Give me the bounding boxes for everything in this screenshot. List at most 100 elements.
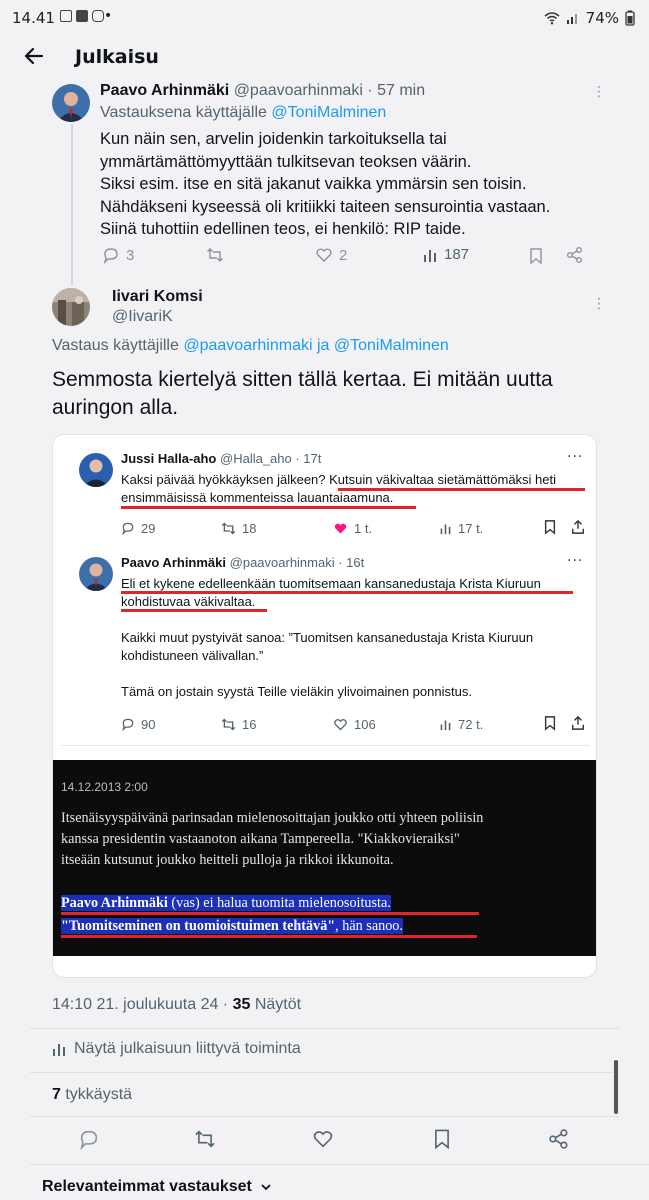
- divider: [30, 1028, 619, 1029]
- retweet-icon: [207, 248, 223, 262]
- signal-icon: [566, 14, 577, 24]
- reply-mentions-link[interactable]: @paavoarhinmaki ja @ToniMalminen: [183, 337, 449, 354]
- heart-icon: [334, 718, 347, 730]
- retweet-icon: [221, 522, 236, 534]
- q1-views-count: 17 t.: [458, 520, 484, 536]
- status-time: 14.41: [12, 9, 55, 27]
- q2-views: 72 t.: [439, 717, 483, 732]
- news-line: kanssa presidentin vastaanoton aikana Ta…: [61, 831, 460, 847]
- tweet1-retweet-button[interactable]: [206, 246, 230, 264]
- news-date: 14.12.2013 2:00: [61, 780, 148, 794]
- reply-icon: [103, 248, 118, 264]
- views-label: Näytöt: [250, 996, 302, 1013]
- q2-author-name: Paavo Arhinmäki: [121, 555, 227, 570]
- q1-text-underlined: Kutsuin väkivaltaa sietämättömäksi heti: [329, 472, 557, 487]
- q2-para2-line1: Kaikki muut pystyivät sanoa: ”Tuomitsen …: [121, 630, 534, 645]
- divider: [30, 1072, 619, 1073]
- q2-handle-time: @paavoarhinmaki · 16t: [229, 555, 365, 570]
- tweet1-handle-time[interactable]: @paavoarhinmaki · 57 min: [234, 82, 425, 99]
- retweet-icon: [221, 718, 236, 730]
- post-activity-label: Näytä julkaisuun liittyvä toiminta: [74, 1040, 301, 1057]
- share-icon: [572, 715, 584, 730]
- avatar-iivari[interactable]: [52, 288, 90, 326]
- page-title: Julkaisu: [75, 46, 159, 68]
- tweet1-like-button[interactable]: 2: [315, 246, 347, 264]
- attached-image[interactable]: Jussi Halla-aho @Halla_aho · 17t ··· Kak…: [52, 434, 597, 978]
- q1-views: 17 t.: [439, 521, 483, 536]
- news-paragraph: Itsenäisyyspäivänä parinsadan mielenosoi…: [61, 808, 596, 871]
- tweet1-reply-count: 3: [126, 246, 135, 264]
- scrollbar[interactable]: [614, 1060, 618, 1114]
- tweet1-views-button[interactable]: 187: [422, 246, 469, 263]
- q2-retweet-count: 16: [242, 716, 257, 732]
- reply-icon: [122, 718, 134, 731]
- tweet1-line: ymmärtämättömyyttään tulkitsevan teoksen…: [100, 152, 472, 171]
- heart-icon: [316, 248, 332, 262]
- timestamp-date: 14:10 21. joulukuuta 24 ·: [52, 996, 233, 1013]
- news-line: Itsenäisyyspäivänä parinsadan mielenosoi…: [61, 810, 484, 826]
- notification-icons: [60, 10, 104, 22]
- tweet2-author-name[interactable]: Iivari Komsi: [112, 288, 203, 306]
- likes-label: tykkäystä: [60, 1086, 133, 1103]
- news-highlight: Paavo Arhinmäki (vas) ei halua tuomita m…: [61, 892, 596, 938]
- red-underline: [61, 912, 479, 915]
- divider: [30, 1116, 619, 1117]
- reply-prefix: Vastauksena käyttäjälle: [100, 104, 267, 121]
- card-separator: [61, 745, 590, 746]
- q1-author-name: Jussi Halla-aho: [121, 451, 217, 466]
- tweet1-line: Siinä tuhottiin edellinen teos, ei henki…: [100, 220, 466, 239]
- post-activity-link[interactable]: Näytä julkaisuun liittyvä toiminta: [52, 1040, 301, 1058]
- tweet1-bookmark-icon[interactable]: [528, 247, 544, 265]
- gallery-notification-icon: [60, 10, 72, 22]
- tweet1-like-count: 2: [339, 246, 348, 264]
- bookmark-icon: [544, 716, 556, 731]
- heart-icon[interactable]: [312, 1128, 334, 1150]
- q2-like: 106: [333, 717, 376, 732]
- bookmark-icon[interactable]: [432, 1128, 452, 1150]
- q2-actions: 90 16 106 72 t.: [53, 715, 596, 733]
- views-count: 35: [232, 996, 251, 1013]
- avatar-halla-aho: [79, 453, 113, 487]
- status-dot: •: [104, 8, 113, 24]
- q2-para3: Tämä on jostain syystä Teille vieläkin y…: [121, 684, 472, 699]
- tweet1-actions: 3 2 187: [0, 246, 649, 268]
- tweet1-share-icon[interactable]: [566, 246, 584, 264]
- tweet2-timestamp: 14:10 21. joulukuuta 24 · 35 Näytöt: [52, 996, 301, 1014]
- tweet1-author-name[interactable]: Paavo Arhinmäki: [100, 82, 229, 99]
- reply-mention-link[interactable]: @ToniMalminen: [271, 104, 386, 121]
- q2-retweet: 16: [221, 717, 256, 732]
- tweet1-line: Siksi esim. itse en sitä jakanut vaikka …: [100, 175, 527, 194]
- q2-reply-count: 90: [141, 716, 156, 732]
- reply-sort-dropdown[interactable]: Relevanteimmat vastaukset: [42, 1178, 272, 1196]
- tweet1-more-icon[interactable]: ⋮: [592, 84, 607, 100]
- tweet1-line: Kun näin sen, arvelin joidenkin tarkoitu…: [100, 130, 447, 148]
- avatar-paavo[interactable]: [52, 84, 90, 122]
- highlight-quote: "Tuomitseminen on tuomioistuimen tehtävä…: [61, 918, 336, 934]
- retweet-icon[interactable]: [194, 1128, 216, 1150]
- q1-like-count: 1 t.: [354, 520, 373, 536]
- share-icon[interactable]: [548, 1128, 570, 1150]
- highlight-text: (vas) ei halua tuomita mielenosoitusta.: [167, 895, 391, 911]
- red-underline: [61, 935, 477, 938]
- q2-para2-line2: kohdistuneen välivallan.”: [121, 648, 264, 663]
- tweet2-reply-context: Vastaus käyttäjille @paavoarhinmaki ja @…: [52, 337, 449, 355]
- youtube-notification-icon: [76, 10, 88, 22]
- news-line: itseään kutsunut joukko heitteli pulloja…: [61, 852, 394, 868]
- back-arrow-icon[interactable]: [22, 44, 46, 68]
- tweet1-reply-button[interactable]: 3: [102, 246, 134, 264]
- reply-icon[interactable]: [78, 1128, 100, 1150]
- tweet2-actions: [0, 1128, 649, 1158]
- tweet2-handle[interactable]: @IivariK: [112, 308, 173, 326]
- reply-sort-label: Relevanteimmat vastaukset: [42, 1178, 252, 1195]
- q2-like-count: 106: [354, 716, 376, 732]
- q2-header: Paavo Arhinmäki @paavoarhinmaki · 16t: [121, 555, 364, 570]
- red-underline: [121, 609, 267, 612]
- battery-level: 74%: [585, 9, 619, 27]
- avatar-paavo-small: [79, 557, 113, 591]
- views-icon: [424, 249, 436, 262]
- q1-handle-time: @Halla_aho · 17t: [220, 451, 322, 466]
- likes-summary[interactable]: 7 tykkäystä: [52, 1086, 132, 1104]
- tweet2-more-icon[interactable]: ⋮: [592, 296, 607, 312]
- tweet1-reply-context: Vastauksena käyttäjälle @ToniMalminen: [100, 104, 386, 122]
- instagram-notification-icon: [92, 10, 104, 22]
